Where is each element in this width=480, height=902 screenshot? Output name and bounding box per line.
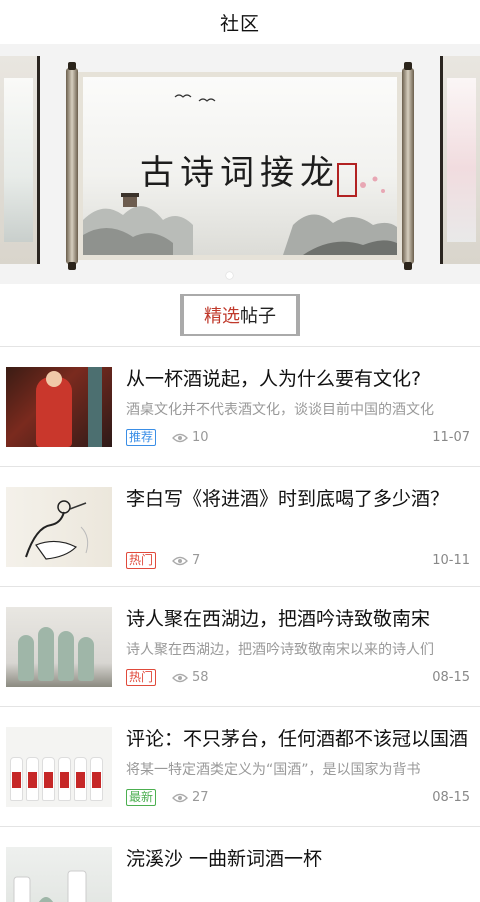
post-tag: 热门 bbox=[126, 669, 157, 686]
post-title: 评论：不只茅台，任何酒都不该冠以国酒 bbox=[126, 728, 468, 750]
post-tag: 最新 bbox=[126, 789, 157, 806]
view-count: 7 bbox=[192, 553, 201, 568]
banner-slide[interactable]: 古诗词接龙 bbox=[66, 62, 414, 270]
scroll-rod-right bbox=[402, 62, 414, 270]
banner-next-slide[interactable] bbox=[440, 56, 480, 264]
section-title-accent: 精选 bbox=[204, 306, 240, 327]
post-item[interactable]: 从一杯酒说起，人为什么要有文化? 酒桌文化并不代表酒文化，谈谈目前中国的酒文化 … bbox=[0, 347, 480, 467]
post-title: 浣溪沙 一曲新词酒一杯 bbox=[126, 848, 323, 870]
scroll-rod-left bbox=[66, 62, 78, 270]
post-description: 将某一特定酒类定义为“国酒”，是以国家为背书 bbox=[126, 762, 421, 778]
eye-icon bbox=[172, 793, 188, 802]
section-header: 精选帖子 bbox=[0, 284, 480, 346]
post-item[interactable]: 浣溪沙 一曲新词酒一杯 bbox=[0, 827, 480, 902]
post-description: 诗人聚在西湖边，把酒吟诗致敬南宋以来的诗人们 bbox=[126, 642, 434, 658]
post-list: 从一杯酒说起，人为什么要有文化? 酒桌文化并不代表酒文化，谈谈目前中国的酒文化 … bbox=[0, 346, 480, 902]
seal-stamp bbox=[337, 163, 357, 197]
post-tag: 热门 bbox=[126, 552, 157, 569]
post-title: 从一杯酒说起，人为什么要有文化? bbox=[126, 368, 422, 390]
post-item[interactable]: 诗人聚在西湖边，把酒吟诗致敬南宋 诗人聚在西湖边，把酒吟诗致敬南宋以来的诗人们 … bbox=[0, 587, 480, 707]
post-date: 11-07 bbox=[432, 430, 470, 445]
eye-icon bbox=[172, 433, 188, 442]
carousel-indicator[interactable] bbox=[226, 272, 233, 279]
post-item[interactable]: 李白写《将进酒》时到底喝了多少酒？ 热门 7 10-11 bbox=[0, 467, 480, 587]
post-title: 诗人聚在西湖边，把酒吟诗致敬南宋 bbox=[126, 608, 431, 630]
post-date: 08-15 bbox=[432, 790, 470, 805]
eye-icon bbox=[172, 673, 188, 682]
view-count: 10 bbox=[192, 430, 209, 445]
post-thumbnail bbox=[6, 487, 112, 567]
post-thumbnail bbox=[6, 847, 112, 902]
post-date: 08-15 bbox=[432, 670, 470, 685]
eye-icon bbox=[172, 556, 188, 565]
post-thumbnail bbox=[6, 727, 112, 807]
banner-prev-slide[interactable] bbox=[0, 56, 40, 264]
page-title: 社区 bbox=[219, 12, 260, 35]
post-title: 李白写《将进酒》时到底喝了多少酒？ bbox=[126, 488, 450, 510]
featured-posts-label: 精选帖子 bbox=[180, 294, 300, 336]
view-count: 27 bbox=[192, 790, 209, 805]
post-description: 酒桌文化并不代表酒文化，谈谈目前中国的酒文化 bbox=[126, 402, 434, 418]
post-item[interactable]: 评论：不只茅台，任何酒都不该冠以国酒 将某一特定酒类定义为“国酒”，是以国家为背… bbox=[0, 707, 480, 827]
post-thumbnail bbox=[6, 367, 112, 447]
section-title-rest: 帖子 bbox=[240, 306, 276, 327]
post-date: 10-11 bbox=[432, 553, 470, 568]
post-thumbnail bbox=[6, 607, 112, 687]
post-tag: 推荐 bbox=[126, 429, 157, 446]
scroll-painting: 古诗词接龙 bbox=[78, 72, 402, 260]
banner-carousel[interactable]: 古诗词接龙 bbox=[0, 44, 480, 284]
navbar: 社区 bbox=[0, 0, 480, 44]
view-count: 58 bbox=[192, 670, 209, 685]
birds-illustration bbox=[174, 94, 216, 102]
